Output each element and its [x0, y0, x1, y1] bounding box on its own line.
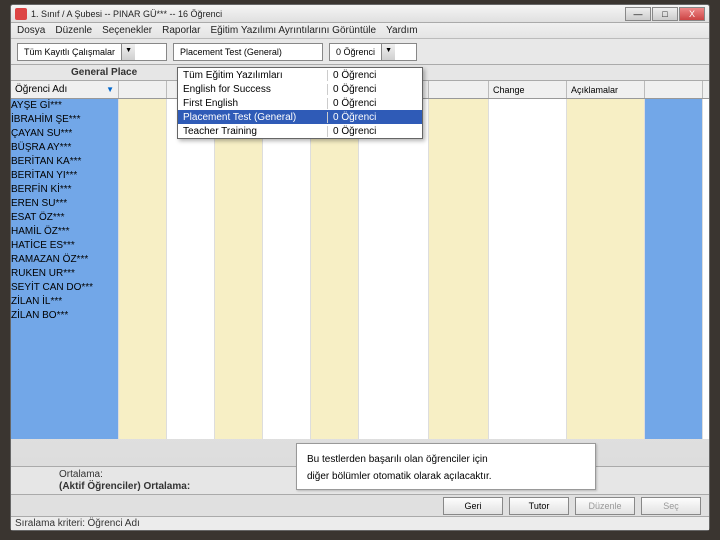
dropdown-item[interactable]: Tüm Eğitim Yazılımları0 Öğrenci — [178, 68, 422, 82]
dropdown-item[interactable]: First English0 Öğrenci — [178, 96, 422, 110]
col-notes[interactable]: Açıklamalar — [567, 81, 645, 98]
col-7[interactable] — [429, 81, 489, 98]
table-row[interactable]: BERİTAN YI*** — [11, 169, 119, 183]
maximize-button[interactable]: □ — [652, 7, 678, 21]
menu-egitim[interactable]: Eğitim Yazılımı Ayrıntılarını Görüntüle — [210, 25, 376, 36]
button-bar: Geri Tutor Düzenle Seç — [11, 494, 709, 516]
status-value: Öğrenci Adı — [88, 518, 140, 529]
geri-button[interactable]: Geri — [443, 497, 503, 515]
col-10[interactable] — [645, 81, 703, 98]
duzenle-button[interactable]: Düzenle — [575, 497, 635, 515]
dropdown-item[interactable]: Teacher Training0 Öğrenci — [178, 124, 422, 138]
menu-duzenle[interactable]: Düzenle — [55, 25, 92, 36]
table-row[interactable]: İBRAHİM ŞE*** — [11, 113, 119, 127]
menu-dosya[interactable]: Dosya — [17, 25, 45, 36]
count-combo[interactable]: 0 Öğrenci ▼ — [329, 43, 417, 61]
chevron-down-icon: ▼ — [121, 44, 135, 60]
window-title: 1. Sınıf / A Şubesi -- PINAR GÜ*** -- 16… — [31, 9, 625, 19]
table-row[interactable]: BERİTAN KA*** — [11, 155, 119, 169]
table-row[interactable]: EREN SU*** — [11, 197, 119, 211]
test-dropdown[interactable]: Tüm Eğitim Yazılımları0 ÖğrenciEnglish f… — [177, 67, 423, 139]
test-combo-value: Placement Test (General) — [174, 47, 288, 57]
help-note: Bu testlerden başarılı olan öğrenciler i… — [296, 443, 596, 490]
col-change[interactable]: Change — [489, 81, 567, 98]
table-row[interactable]: SEYİT CAN DO*** — [11, 281, 119, 295]
table-row[interactable]: AYŞE Gİ*** — [11, 99, 119, 113]
app-icon — [15, 8, 27, 20]
titlebar[interactable]: 1. Sınıf / A Şubesi -- PINAR GÜ*** -- 16… — [11, 5, 709, 23]
filter-combo-value: Tüm Kayıtlı Çalışmalar — [18, 47, 121, 57]
menu-raporlar[interactable]: Raporlar — [162, 25, 200, 36]
status-bar: Sıralama kriteri: Öğrenci Adı — [11, 516, 709, 530]
table-row[interactable]: ESAT ÖZ*** — [11, 211, 119, 225]
menubar: Dosya Düzenle Seçenekler Raporlar Eğitim… — [11, 23, 709, 39]
table-row[interactable]: RAMAZAN ÖZ*** — [11, 253, 119, 267]
grid: AYŞE Gİ***İBRAHİM ŞE***ÇAYAN SU***BÜŞRA … — [11, 99, 709, 439]
table-row[interactable]: HAMİL ÖZ*** — [11, 225, 119, 239]
minimize-button[interactable]: — — [625, 7, 651, 21]
sec-button[interactable]: Seç — [641, 497, 701, 515]
status-label: Sıralama kriteri: — [15, 518, 85, 529]
menu-secenekler[interactable]: Seçenekler — [102, 25, 152, 36]
tutor-button[interactable]: Tutor — [509, 497, 569, 515]
table-row[interactable]: BERFİN Kİ*** — [11, 183, 119, 197]
col-student[interactable]: Öğrenci Adı▼ — [11, 81, 119, 98]
dropdown-item[interactable]: Placement Test (General)0 Öğrenci — [178, 110, 422, 124]
note-line1: Bu testlerden başarılı olan öğrenciler i… — [307, 454, 488, 465]
toolbar: Tüm Kayıtlı Çalışmalar ▼ Placement Test … — [11, 39, 709, 65]
filter-combo[interactable]: Tüm Kayıtlı Çalışmalar ▼ — [17, 43, 167, 61]
table-row[interactable]: BÜŞRA AY*** — [11, 141, 119, 155]
menu-yardim[interactable]: Yardım — [386, 25, 418, 36]
table-row[interactable]: ÇAYAN SU*** — [11, 127, 119, 141]
table-row[interactable]: ZİLAN BO*** — [11, 309, 119, 323]
table-row[interactable]: ZİLAN İL*** — [11, 295, 119, 309]
subheader-text: General Place — [71, 67, 137, 78]
count-combo-value: 0 Öğrenci — [330, 47, 381, 57]
chevron-down-icon: ▼ — [381, 44, 395, 60]
col-1[interactable] — [119, 81, 167, 98]
dropdown-item[interactable]: English for Success0 Öğrenci — [178, 82, 422, 96]
note-line2: diğer bölümler otomatik olarak açılacakt… — [307, 471, 492, 482]
table-row[interactable]: RUKEN UR*** — [11, 267, 119, 281]
table-row[interactable]: HATİCE ES*** — [11, 239, 119, 253]
close-button[interactable]: X — [679, 7, 705, 21]
test-combo[interactable]: Placement Test (General) — [173, 43, 323, 61]
sort-icon: ▼ — [106, 85, 114, 94]
